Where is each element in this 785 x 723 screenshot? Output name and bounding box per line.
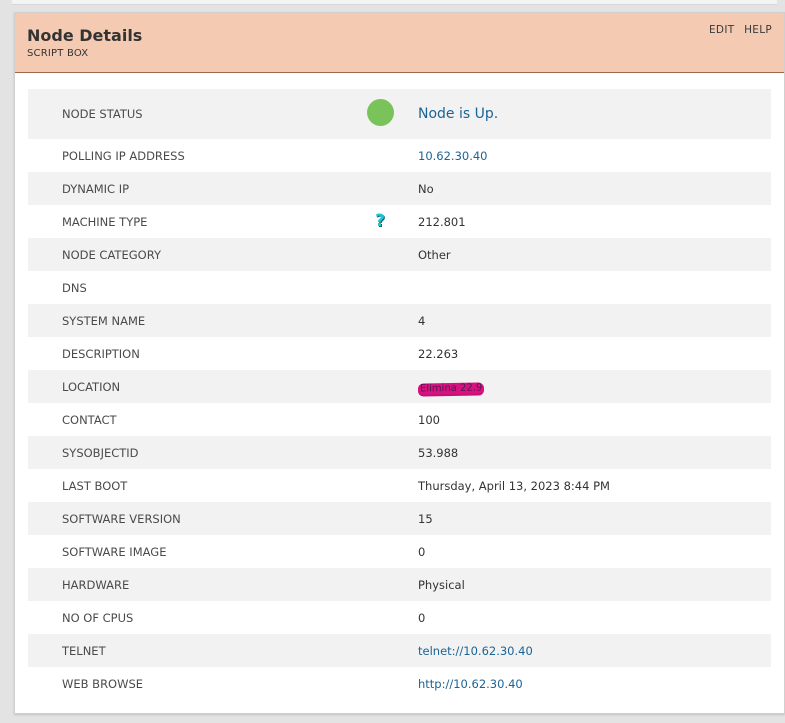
- row-value[interactable]: Node is Up.: [418, 89, 771, 139]
- polling-ip-link[interactable]: 10.62.30.40: [418, 139, 771, 172]
- table-row-system-name: SYSTEM NAME 4: [28, 304, 771, 337]
- table-row-machine-type: MACHINE TYPE ? 212.801: [28, 205, 771, 238]
- top-strip: [0, 0, 785, 12]
- table-row-last-boot: LAST BOOT Thursday, April 13, 2023 8:44 …: [28, 469, 771, 502]
- row-label: HARDWARE: [28, 568, 342, 601]
- table-row-polling-ip: POLLING IP ADDRESS 10.62.30.40: [28, 139, 771, 172]
- row-value: 4: [418, 304, 771, 337]
- row-label: SYSOBJECTID: [28, 436, 342, 469]
- row-label: NODE CATEGORY: [28, 238, 342, 271]
- row-label: NO OF CPUS: [28, 601, 342, 634]
- edit-link[interactable]: EDIT: [709, 24, 734, 36]
- row-label: NODE STATUS: [28, 89, 342, 139]
- row-value: 0: [418, 535, 771, 568]
- row-label: MACHINE TYPE: [28, 205, 342, 238]
- row-value: No: [418, 172, 771, 205]
- table-row-web-browse: WEB BROWSE http://10.62.30.40: [28, 667, 771, 700]
- top-strip-bar: [12, 0, 777, 5]
- row-value: Elimina 22.9: [417, 370, 771, 403]
- row-label: WEB BROWSE: [28, 667, 342, 700]
- table-row-dynamic-ip: DYNAMIC IP No: [28, 172, 771, 205]
- row-label: TELNET: [28, 634, 342, 667]
- row-value: 22.263: [418, 337, 771, 370]
- table-row-contact: CONTACT 100: [28, 403, 771, 436]
- panel-subtitle: SCRIPT BOX: [27, 48, 89, 59]
- table-row-no-of-cpus: NO OF CPUS 0: [28, 601, 771, 634]
- row-label: CONTACT: [28, 403, 342, 436]
- help-link[interactable]: HELP: [744, 24, 772, 36]
- table-row-telnet: TELNET telnet://10.62.30.40: [28, 634, 771, 667]
- status-up-circle-icon: [366, 99, 394, 126]
- row-value: 0: [418, 601, 771, 634]
- panel-header: Node Details SCRIPT BOX EDIT HELP: [15, 13, 784, 73]
- row-value: Physical: [418, 568, 771, 601]
- table-row-dns: DNS: [28, 271, 771, 304]
- row-label: LAST BOOT: [28, 469, 342, 502]
- node-details-table: NODE STATUS Node is Up. POLLING IP ADDRE…: [28, 89, 771, 700]
- row-value: 15: [418, 502, 771, 535]
- row-label: POLLING IP ADDRESS: [28, 139, 342, 172]
- table-row-software-version: SOFTWARE VERSION 15: [28, 502, 771, 535]
- web-browse-link[interactable]: http://10.62.30.40: [418, 667, 771, 700]
- question-mark-icon[interactable]: ?: [375, 213, 385, 230]
- row-label: SOFTWARE IMAGE: [28, 535, 342, 568]
- row-value: 53.988: [418, 436, 771, 469]
- table-row-location: LOCATION Elimina 22.9: [28, 370, 771, 403]
- status-cell: [342, 89, 418, 139]
- row-value: [418, 271, 771, 304]
- node-details-panel: Node Details SCRIPT BOX EDIT HELP NODE S…: [14, 12, 785, 714]
- table-row-node-status: NODE STATUS Node is Up.: [28, 89, 771, 139]
- redacted-location-value: Elimina 22.9: [417, 381, 485, 395]
- row-label: DNS: [28, 271, 342, 304]
- telnet-link[interactable]: telnet://10.62.30.40: [418, 634, 771, 667]
- row-value: Other: [418, 238, 771, 271]
- table-row-description: DESCRIPTION 22.263: [28, 337, 771, 370]
- table-row-sysobjectid: SYSOBJECTID 53.988: [28, 436, 771, 469]
- row-value: Thursday, April 13, 2023 8:44 PM: [418, 469, 771, 502]
- panel-title: Node Details: [27, 26, 143, 45]
- header-links: EDIT HELP: [703, 24, 772, 36]
- row-value: 212.801: [418, 205, 771, 238]
- row-label: DYNAMIC IP: [28, 172, 342, 205]
- row-label: SYSTEM NAME: [28, 304, 342, 337]
- row-label: SOFTWARE VERSION: [28, 502, 342, 535]
- row-label: LOCATION: [28, 370, 342, 403]
- table-row-node-category: NODE CATEGORY Other: [28, 238, 771, 271]
- table-row-hardware: HARDWARE Physical: [28, 568, 771, 601]
- row-value: 100: [418, 403, 771, 436]
- row-label: DESCRIPTION: [28, 337, 342, 370]
- table-row-software-image: SOFTWARE IMAGE 0: [28, 535, 771, 568]
